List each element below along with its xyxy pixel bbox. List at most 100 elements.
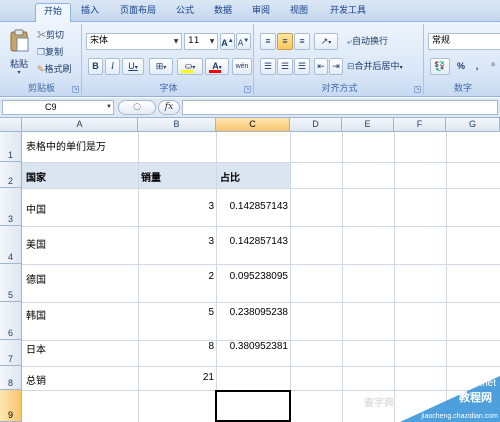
underline-button[interactable]: U▾ (122, 58, 144, 75)
align-bottom-button[interactable]: ≡ (294, 33, 310, 50)
borders-button[interactable]: ⊞▾ (149, 58, 173, 75)
tab-data[interactable]: 数据 (209, 3, 237, 22)
tab-insert[interactable]: 插入 (76, 3, 104, 22)
font-size-value: 11 (188, 36, 200, 46)
cell-a8[interactable]: 总销 (26, 372, 46, 387)
row-header-2[interactable]: 2 (0, 162, 22, 188)
comma-button[interactable]: , (470, 58, 484, 75)
align-middle-button[interactable]: ≡ (277, 33, 293, 50)
number-format-select[interactable]: 常规 (428, 33, 500, 50)
column-header-b[interactable]: B (138, 118, 216, 132)
align-center-button[interactable]: ☰ (277, 58, 293, 75)
insert-function-button[interactable]: fx (158, 100, 180, 115)
copy-button[interactable]: ❐复制 (36, 44, 80, 61)
dialog-launcher-icon[interactable]: ↘ (72, 86, 79, 93)
alignment-group-label: 对齐方式 (321, 84, 358, 94)
cell-b3[interactable]: 3 (140, 201, 214, 212)
fill-color-swatch (181, 70, 193, 73)
gridline (22, 226, 500, 227)
cell-a1[interactable]: 表格中的单们是万 (26, 138, 286, 153)
percent-button[interactable]: % (454, 58, 468, 75)
paste-button[interactable]: 粘贴 ▾ (4, 26, 34, 76)
dialog-launcher-icon[interactable]: ↘ (244, 86, 251, 93)
align-top-button[interactable]: ≡ (260, 33, 276, 50)
gridline (22, 188, 500, 189)
cell-c6[interactable]: 0.238095238 (217, 307, 288, 318)
align-right-button[interactable]: ☰ (294, 58, 310, 75)
gridline (138, 132, 139, 422)
row-header-1[interactable]: 1 (0, 132, 22, 162)
cell-b6[interactable]: 5 (140, 307, 214, 318)
phonetic-button[interactable]: wén (232, 58, 252, 75)
cell-b8[interactable]: 21 (140, 372, 214, 383)
paste-icon (10, 29, 29, 52)
row-header-3[interactable]: 3 (0, 188, 22, 226)
cell-a5[interactable]: 德国 (26, 271, 46, 286)
shrink-font-button[interactable]: A▼ (236, 33, 251, 50)
italic-button[interactable]: I (105, 58, 120, 75)
tab-formulas[interactable]: 公式 (171, 3, 199, 22)
watermark-site: jb51.net (460, 378, 496, 389)
cell-a4[interactable]: 美国 (26, 236, 46, 251)
cell-b7[interactable]: 8 (140, 341, 214, 352)
column-header-d[interactable]: D (290, 118, 342, 132)
format-painter-button[interactable]: ✎格式刷 (36, 61, 82, 78)
column-header-e[interactable]: E (342, 118, 394, 132)
grow-font-button[interactable]: A▲ (220, 33, 235, 50)
number-group-label: 数字 (453, 84, 472, 94)
orientation-button[interactable]: ↗▾ (314, 33, 338, 50)
formula-input[interactable] (182, 100, 498, 115)
align-left-button[interactable]: ☰ (260, 58, 276, 75)
row-header-8[interactable]: 8 (0, 366, 22, 390)
fill-color-button[interactable]: ⛀▾ (177, 58, 203, 75)
font-color-button[interactable]: A▾ (205, 58, 229, 75)
cell-c2[interactable]: 占比 (220, 169, 240, 184)
tab-review[interactable]: 审阅 (247, 3, 275, 22)
outdent-icon: ⇤ (317, 61, 325, 71)
tab-view[interactable]: 视图 (285, 3, 313, 22)
row-header-5[interactable]: 5 (0, 264, 22, 302)
wrap-text-label: 自动换行 (352, 36, 389, 46)
column-header-g[interactable]: G (446, 118, 500, 132)
bold-button[interactable]: B (88, 58, 103, 75)
column-header-c[interactable]: C (216, 118, 290, 132)
worksheet-grid[interactable]: A B C D E F G 1 2 3 4 5 6 7 8 9 表格中的单们是万… (0, 118, 500, 422)
cell-b2[interactable]: 销量 (141, 169, 161, 184)
wrap-text-button[interactable]: ⤶自动换行 (346, 33, 418, 50)
align-left-icon: ☰ (263, 61, 273, 71)
cell-c7[interactable]: 0.380952381 (217, 341, 288, 352)
increase-indent-button[interactable]: ⇥ (329, 58, 343, 75)
font-size-select[interactable]: 11 ▼ (184, 33, 218, 50)
dialog-launcher-icon[interactable]: ↘ (414, 86, 421, 93)
row-header-9[interactable]: 9 (0, 390, 22, 422)
tab-developer[interactable]: 开发工具 (323, 3, 373, 22)
merge-center-button[interactable]: ⊟合并后居中▾ (346, 58, 422, 75)
accounting-button[interactable]: 💱 (430, 58, 450, 75)
formula-cancel-enter[interactable]: ◌ (118, 100, 156, 115)
cell-a2[interactable]: 国家 (26, 169, 46, 184)
column-header-a[interactable]: A (22, 118, 138, 132)
cell-b5[interactable]: 2 (140, 271, 214, 282)
increase-decimal-button[interactable]: ⁰ (486, 58, 500, 75)
formula-bar: C9 ▼ ◌ fx (0, 98, 500, 118)
cell-a3[interactable]: 中国 (26, 201, 46, 216)
currency-icon: 💱 (434, 61, 446, 71)
active-cell-c9[interactable] (215, 390, 291, 422)
row-header-7[interactable]: 7 (0, 340, 22, 366)
cell-a6[interactable]: 韩国 (26, 307, 46, 322)
name-box[interactable]: C9 ▼ (2, 100, 114, 115)
decrease-indent-button[interactable]: ⇤ (314, 58, 328, 75)
cell-b4[interactable]: 3 (140, 236, 214, 247)
font-name-select[interactable]: 宋体 ▼ (86, 33, 182, 50)
tab-page-layout[interactable]: 页面布局 (113, 3, 163, 22)
row-header-6[interactable]: 6 (0, 302, 22, 340)
cut-button[interactable]: ✂剪切 (36, 27, 80, 44)
select-all-corner[interactable] (0, 118, 22, 132)
row-header-4[interactable]: 4 (0, 226, 22, 264)
tab-home[interactable]: 开始 (35, 3, 71, 22)
cell-c3[interactable]: 0.142857143 (217, 201, 288, 212)
cell-c5[interactable]: 0.095238095 (217, 271, 288, 282)
column-header-f[interactable]: F (394, 118, 446, 132)
cell-c4[interactable]: 0.142857143 (217, 236, 288, 247)
cell-a7[interactable]: 日本 (26, 341, 46, 356)
